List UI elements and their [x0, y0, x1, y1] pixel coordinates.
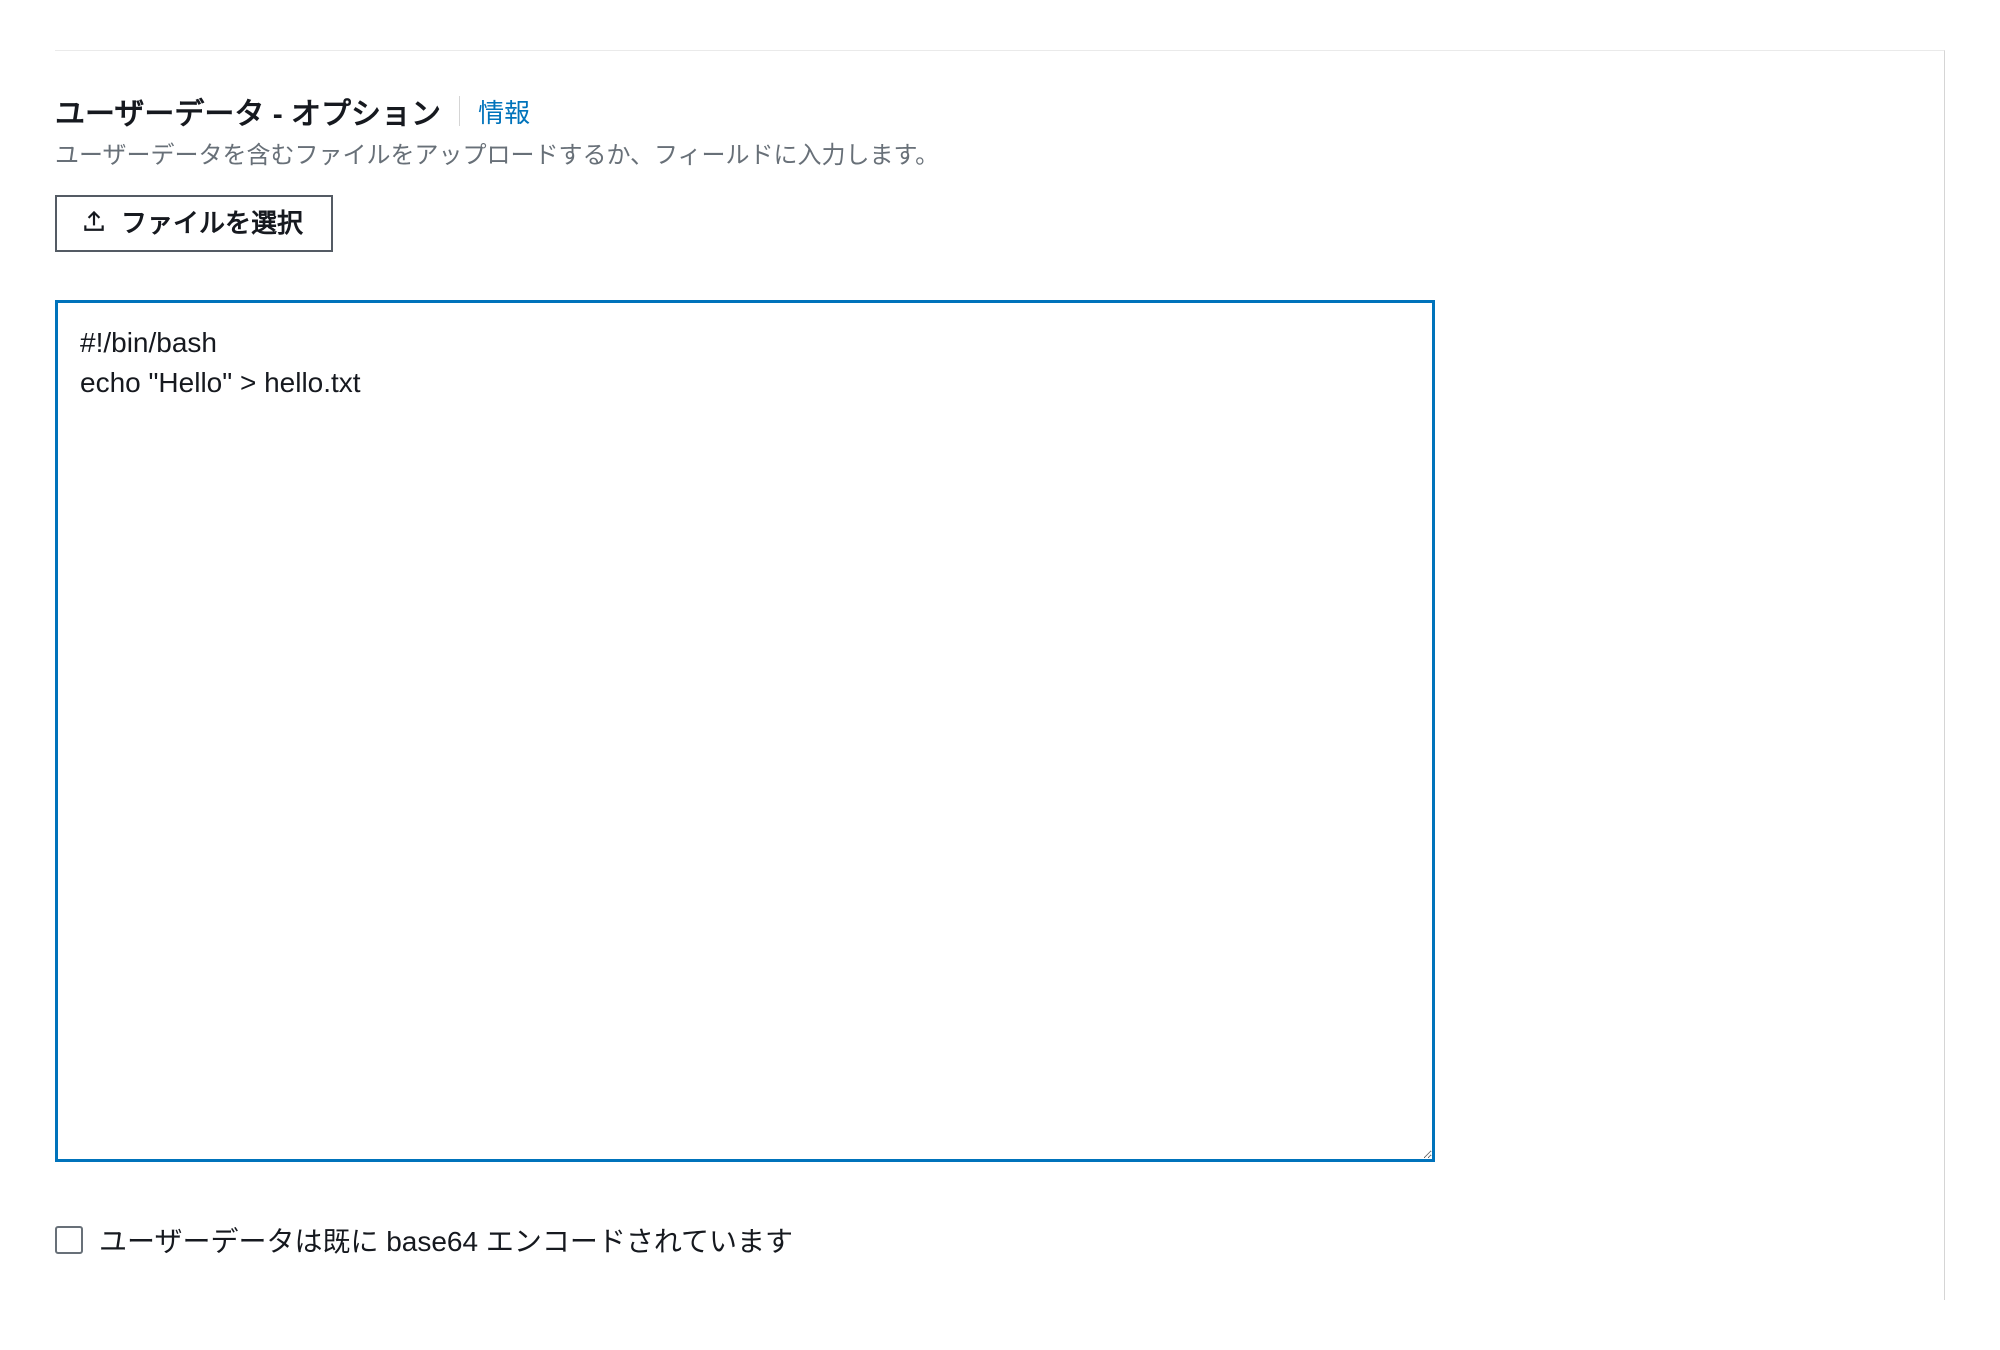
choose-file-label: ファイルを選択 [121, 208, 303, 239]
user-data-section: ユーザーデータ - オプション 情報 ユーザーデータを含むファイルをアップロード… [55, 50, 1945, 1300]
upload-icon [81, 207, 107, 240]
section-title: ユーザーデータ - オプション [55, 89, 441, 133]
section-description: ユーザーデータを含むファイルをアップロードするか、フィールドに入力します。 [55, 139, 1904, 173]
vertical-divider [459, 96, 460, 126]
base64-checkbox[interactable] [55, 1226, 83, 1254]
info-link[interactable]: 情報 [478, 93, 530, 130]
base64-checkbox-label[interactable]: ユーザーデータは既に base64 エンコードされています [99, 1220, 793, 1260]
user-data-textarea[interactable] [55, 300, 1435, 1162]
section-header: ユーザーデータ - オプション 情報 [55, 89, 1904, 133]
base64-checkbox-row: ユーザーデータは既に base64 エンコードされています [55, 1220, 1904, 1260]
choose-file-button[interactable]: ファイルを選択 [55, 195, 333, 252]
user-data-textarea-wrapper [55, 300, 1904, 1168]
